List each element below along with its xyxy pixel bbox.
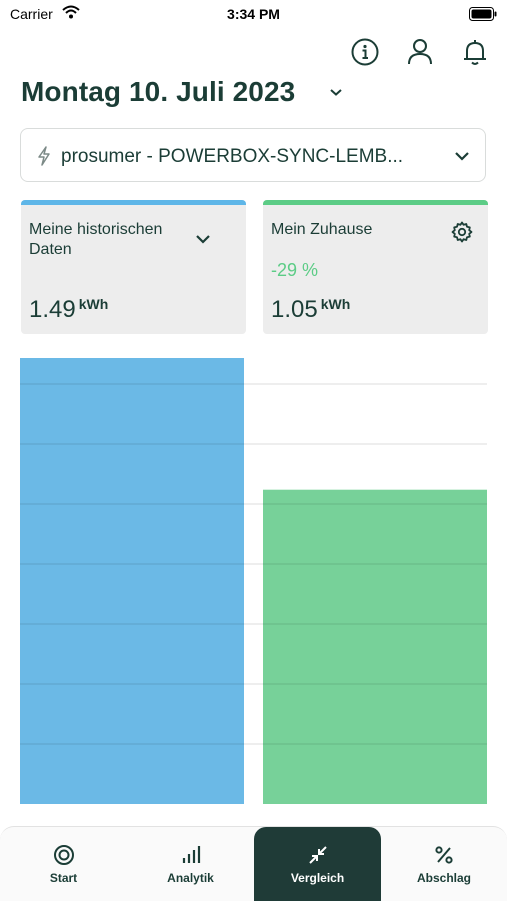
date-chevron-down-icon[interactable] [328, 85, 344, 103]
user-icon [408, 39, 432, 65]
home-card[interactable]: Mein Zuhause -29 % 1.05 kWh [263, 200, 488, 334]
tab-analytik-label: Analytik [167, 871, 214, 885]
tab-abschlag-label: Abschlag [416, 871, 471, 885]
tab-start-label: Start [49, 871, 78, 885]
home-card-accent [263, 200, 488, 205]
compare-icon [306, 843, 330, 872]
home-card-value: 1.05 kWh [271, 296, 350, 324]
home-value-number: 1.05 [271, 296, 318, 323]
home-card-title: Mein Zuhause [271, 221, 373, 238]
tab-analytik[interactable]: Analytik [127, 827, 254, 901]
historic-value-unit: kWh [78, 296, 109, 312]
chevron-down-icon[interactable] [194, 232, 212, 251]
device-select-label: prosumer - POWERBOX-SYNC-LEMB... [61, 146, 404, 167]
status-time: 3:34 PM [227, 6, 280, 22]
tab-vergleich-label: Vergleich [290, 871, 345, 885]
historic-card-title: Meine historischen Daten [29, 221, 163, 258]
home-card-delta: -29 % [271, 260, 319, 280]
gear-icon[interactable] [450, 220, 474, 249]
historic-value-number: 1.49 [29, 296, 76, 323]
status-bar: Carrier 3:34 PM [0, 0, 507, 30]
bolt-icon [37, 146, 51, 171]
start-icon [52, 843, 76, 872]
info-button[interactable] [349, 36, 381, 68]
profile-button[interactable] [404, 36, 436, 68]
tab-start[interactable]: Start [0, 827, 127, 901]
historic-card-accent [21, 200, 246, 205]
historic-card-value: 1.49 kWh [29, 296, 108, 324]
tab-bar: Start Analytik Vergleich Abschlag [0, 826, 507, 901]
tab-vergleich[interactable]: Vergleich [254, 827, 381, 901]
chart-bar-1 [20, 358, 244, 804]
chevron-down-icon [453, 149, 471, 168]
analytics-icon [179, 843, 203, 872]
chart-bar-2 [263, 489, 487, 804]
notifications-button[interactable] [459, 36, 491, 68]
comparison-bar-chart [20, 358, 487, 804]
device-select[interactable]: prosumer - POWERBOX-SYNC-LEMB... [20, 128, 486, 182]
battery-icon [469, 7, 497, 26]
info-icon [351, 38, 379, 66]
percent-icon [432, 843, 456, 872]
date-title[interactable]: Montag 10. Juli 2023 [21, 76, 295, 108]
home-value-unit: kWh [320, 296, 351, 312]
tab-abschlag[interactable]: Abschlag [381, 827, 507, 901]
bell-icon [464, 40, 486, 65]
historic-data-card[interactable]: Meine historischen Daten 1.49 kWh [21, 200, 246, 334]
